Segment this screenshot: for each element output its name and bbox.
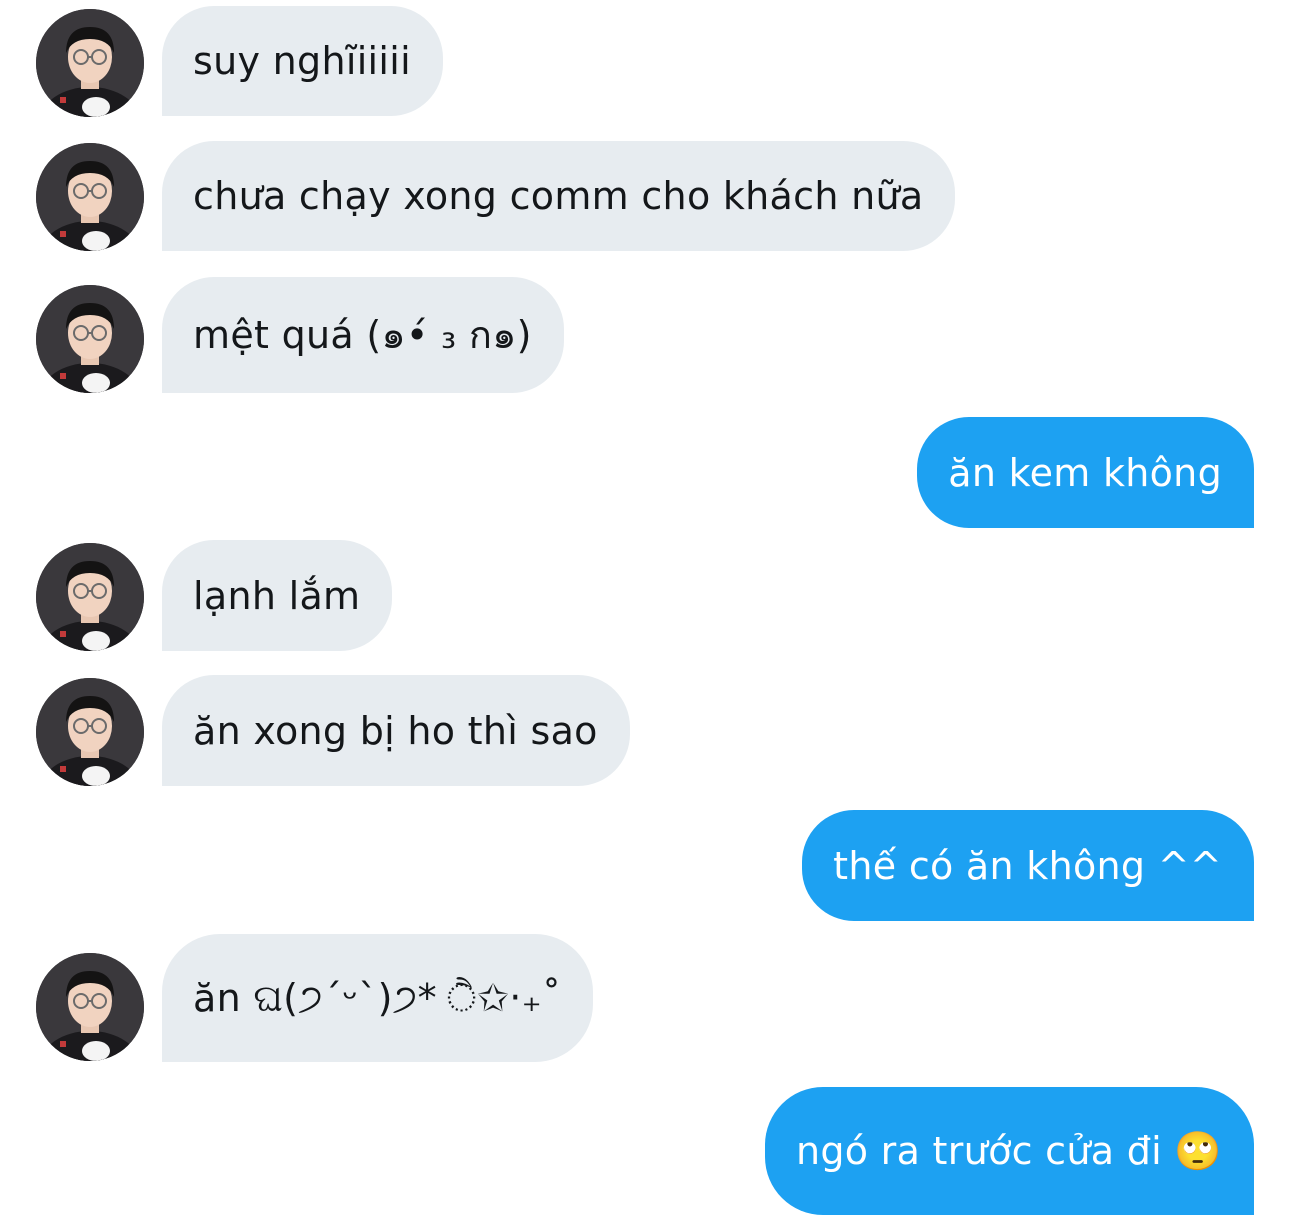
message-text: ăn xong bị ho thì sao <box>193 708 598 753</box>
message-text: mệt quá (๑•́ ₃ ก๑) <box>193 313 532 357</box>
message-bubble-incoming[interactable]: chưa chạy xong comm cho khách nữa <box>162 141 956 251</box>
avatar-photo-icon <box>36 543 144 651</box>
message-bubble-outgoing[interactable]: thế có ăn không ^^ <box>802 810 1254 921</box>
message-text: lạnh lắm <box>193 573 361 618</box>
sender-avatar[interactable] <box>36 143 144 251</box>
sender-avatar[interactable] <box>36 953 144 1061</box>
message-bubble-incoming[interactable]: ăn ଘ(੭ˊᵕˋ)੭* ੈ✩‧₊˚ <box>162 934 594 1062</box>
sender-avatar[interactable] <box>36 543 144 651</box>
message-text: thế có ăn không ^^ <box>833 843 1222 888</box>
message-bubble-incoming[interactable]: suy nghĩiiiii <box>162 6 443 116</box>
message-text: chưa chạy xong comm cho khách nữa <box>193 174 924 218</box>
message-text: ăn ଘ(੭ˊᵕˋ)੭* ੈ✩‧₊˚ <box>193 976 562 1020</box>
message-text: suy nghĩiiiii <box>193 39 411 83</box>
sender-avatar[interactable] <box>36 678 144 786</box>
message-text: ngó ra trước cửa đi 🙄 <box>795 1129 1222 1173</box>
message-bubble-incoming[interactable]: ăn xong bị ho thì sao <box>162 675 630 786</box>
message-bubble-outgoing[interactable]: ăn kem không <box>917 417 1254 528</box>
sender-avatar[interactable] <box>36 9 144 117</box>
message-bubble-incoming[interactable]: mệt quá (๑•́ ₃ ก๑) <box>162 277 564 393</box>
avatar-photo-icon <box>36 9 144 117</box>
message-bubble-incoming[interactable]: lạnh lắm <box>162 540 393 651</box>
sender-avatar[interactable] <box>36 285 144 393</box>
avatar-photo-icon <box>36 285 144 393</box>
message-bubble-outgoing[interactable]: ngó ra trước cửa đi 🙄 <box>764 1087 1254 1215</box>
avatar-photo-icon <box>36 953 144 1061</box>
avatar-photo-icon <box>36 678 144 786</box>
message-text: ăn kem không <box>948 450 1222 495</box>
avatar-photo-icon <box>36 143 144 251</box>
